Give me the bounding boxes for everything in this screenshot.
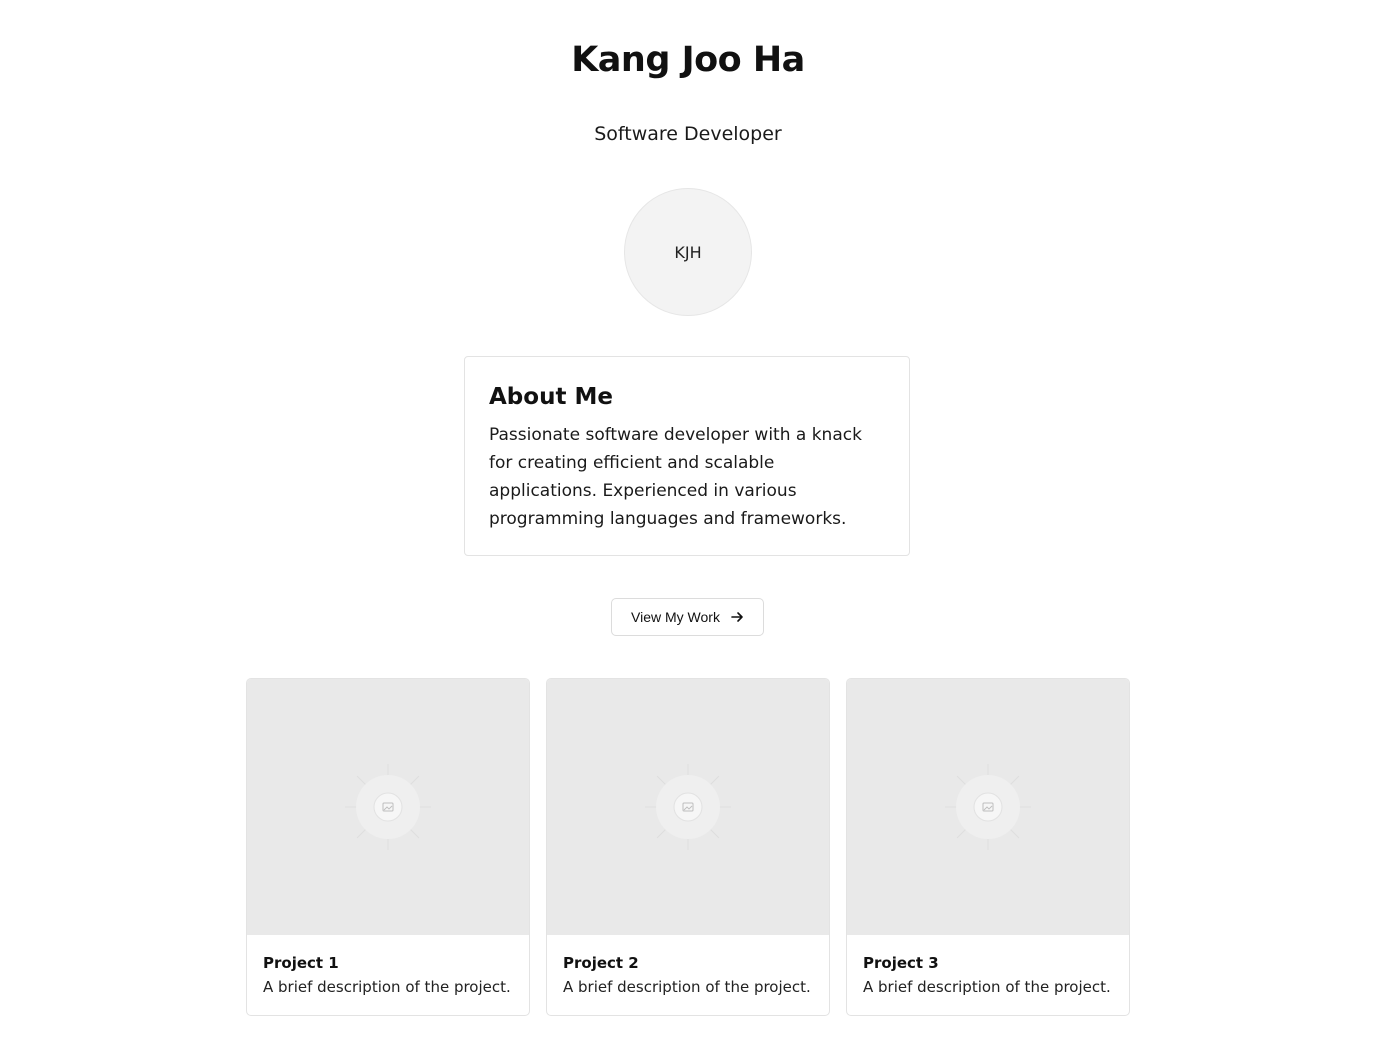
image-placeholder-icon bbox=[345, 764, 431, 850]
project-thumbnail bbox=[847, 679, 1129, 935]
image-placeholder-icon bbox=[945, 764, 1031, 850]
project-description: A brief description of the project. bbox=[563, 978, 811, 996]
about-text: Passionate software developer with a kna… bbox=[489, 425, 862, 529]
job-title: Software Developer bbox=[594, 123, 782, 145]
about-card: About Me Passionate software developer w… bbox=[464, 356, 910, 556]
project-card[interactable]: Project 1 A brief description of the pro… bbox=[246, 678, 530, 1016]
image-placeholder-icon bbox=[645, 764, 731, 850]
project-title: Project 3 bbox=[863, 954, 939, 972]
about-heading: About Me bbox=[489, 384, 613, 410]
project-card[interactable]: Project 2 A brief description of the pro… bbox=[546, 678, 830, 1016]
project-description: A brief description of the project. bbox=[263, 978, 511, 996]
project-title: Project 2 bbox=[563, 954, 639, 972]
project-thumbnail bbox=[247, 679, 529, 935]
portfolio-page: Kang Joo Ha Software Developer KJH About… bbox=[0, 0, 1376, 1056]
project-title: Project 1 bbox=[263, 954, 339, 972]
page-title: Kang Joo Ha bbox=[571, 40, 805, 80]
project-description: A brief description of the project. bbox=[863, 978, 1111, 996]
view-my-work-button[interactable]: View My Work bbox=[611, 598, 764, 636]
project-card[interactable]: Project 3 A brief description of the pro… bbox=[846, 678, 1130, 1016]
projects-grid: Project 1 A brief description of the pro… bbox=[246, 678, 1130, 1016]
arrow-right-icon bbox=[731, 612, 743, 622]
avatar-initials: KJH bbox=[674, 242, 702, 262]
view-my-work-label: View My Work bbox=[631, 609, 720, 625]
project-thumbnail bbox=[547, 679, 829, 935]
avatar: KJH bbox=[624, 188, 752, 316]
